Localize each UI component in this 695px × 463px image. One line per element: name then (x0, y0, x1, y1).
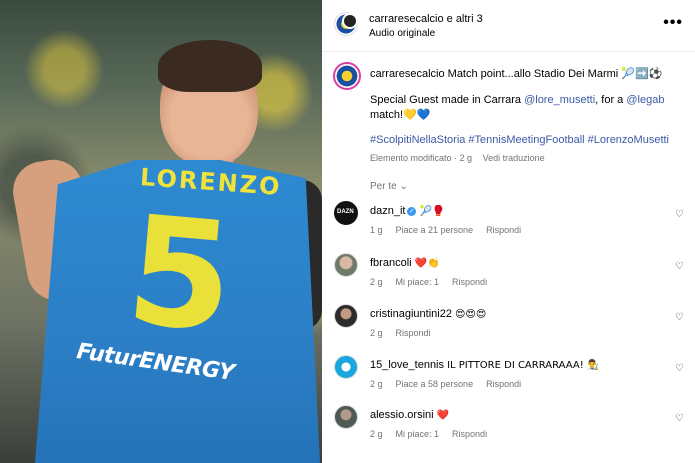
post-author-title[interactable]: carraresecalcio e altri 3 (369, 13, 483, 25)
comment-likes[interactable]: Piace a 58 persone (396, 379, 474, 389)
collaborator-avatar[interactable] (342, 13, 358, 29)
comment: 15_love_tennis IL PITTORE DI CARRARAAA! … (322, 355, 695, 401)
comment-username[interactable]: alessio.orsini (370, 409, 434, 421)
commenter-avatar[interactable] (334, 355, 358, 379)
comment-likes[interactable]: Mi piace: 1 (396, 277, 440, 287)
comment-time: 2 g (370, 277, 383, 287)
like-heart-icon[interactable]: ♡ (675, 363, 684, 374)
comment-body: IL PITTORE DI CARRARAAA! 👨‍🎨 (447, 360, 600, 371)
reply-button[interactable]: Rispondi (396, 328, 431, 338)
like-heart-icon[interactable]: ♡ (675, 312, 684, 323)
comment-text: 15_love_tennis IL PITTORE DI CARRARAAA! … (370, 359, 670, 371)
comment-meta: 2 g Mi piace: 1 Rispondi (370, 429, 500, 439)
commenter-avatar[interactable] (334, 405, 358, 429)
caption-line2-prefix: Special Guest made in Carrara (370, 94, 525, 106)
comment: fbrancoli ❤️👏 2 g Mi piace: 1 Rispondi ♡ (322, 253, 695, 299)
comment-username[interactable]: fbrancoli (370, 257, 412, 269)
caption-meta: Elemento modificato · 2 g Vedi traduzion… (370, 153, 553, 163)
commenter-avatar[interactable] (334, 304, 358, 328)
comment-meta: 1 g Piace a 21 persone Rispondi (370, 225, 534, 235)
more-options-icon[interactable]: ••• (663, 14, 683, 32)
post-media[interactable]: LORENZO 5 FuturENERGY (0, 0, 322, 463)
comment-time: 2 g (370, 328, 383, 338)
caption-text: carraresecalcio Match point...allo Stadi… (370, 67, 685, 82)
comment: dazn_it✓ 🎾🥊 1 g Piace a 21 persone Rispond… (322, 201, 695, 247)
comment-time: 2 g (370, 429, 383, 439)
audio-label[interactable]: Audio originale (369, 28, 435, 39)
comment-text: alessio.orsini ❤️ (370, 409, 670, 421)
reply-button[interactable]: Rispondi (486, 225, 521, 235)
comment-text: fbrancoli ❤️👏 (370, 257, 670, 269)
comment-body: ❤️ (436, 410, 450, 421)
mention-lore-musetti[interactable]: @lore_musetti (524, 94, 595, 106)
player-hair (158, 40, 262, 92)
commenter-avatar[interactable] (334, 201, 358, 225)
comment: cristinagiuntini22 😍😍😍 2 g Rispondi ♡ (322, 304, 695, 350)
comment-likes[interactable]: Mi piace: 1 (396, 429, 440, 439)
mention-legab[interactable]: @legab (626, 94, 664, 106)
comment-time: 1 g (370, 225, 383, 235)
edited-label: Elemento modificato · 2 g (370, 153, 473, 163)
caption-line2: Special Guest made in Carrara @lore_muse… (370, 93, 685, 123)
comment: alessio.orsini ❤️ 2 g Mi piace: 1 Rispondi… (322, 405, 695, 451)
comment-time: 2 g (370, 379, 383, 389)
comment-text: cristinagiuntini22 😍😍😍 (370, 308, 670, 320)
caption-line2-suffix: match!💛💙 (370, 109, 431, 121)
like-heart-icon[interactable]: ♡ (675, 413, 684, 424)
reply-button[interactable]: Rispondi (486, 379, 521, 389)
comment-likes[interactable]: Piace a 21 persone (396, 225, 474, 235)
comment-username[interactable]: dazn_it (370, 205, 405, 217)
caption-username[interactable]: carraresecalcio (370, 68, 445, 80)
like-heart-icon[interactable]: ♡ (675, 209, 684, 220)
post-panel: carraresecalcio e altri 3 Audio original… (322, 0, 695, 463)
comment-username[interactable]: cristinagiuntini22 (370, 308, 452, 320)
caption-hashtags[interactable]: #ScolpitiNellaStoria #TennisMeetingFootb… (370, 133, 685, 148)
see-translation-link[interactable]: Vedi traduzione (483, 153, 545, 163)
caption-avatar[interactable] (333, 62, 361, 90)
reply-button[interactable]: Rispondi (452, 277, 487, 287)
comment-body: 🎾🥊 (419, 206, 445, 217)
verified-icon: ✓ (407, 206, 417, 216)
comment-meta: 2 g Mi piace: 1 Rispondi (370, 277, 500, 287)
for-you-sort[interactable]: Per te ⌄ (370, 181, 408, 192)
jersey-number: 5 (120, 183, 240, 367)
comment-body: ❤️👏 (414, 258, 440, 269)
reply-button[interactable]: Rispondi (452, 429, 487, 439)
caption-line2-mid: , for a (595, 94, 627, 106)
commenter-avatar[interactable] (334, 253, 358, 277)
comment-meta: 2 g Piace a 58 persone Rispondi (370, 379, 534, 389)
comment-body: 😍😍😍 (455, 309, 487, 320)
post-header: carraresecalcio e altri 3 Audio original… (322, 0, 695, 52)
caption-body: Match point...allo Stadio Dei Marmi 🎾➡️⚽ (447, 68, 663, 80)
comment-text: dazn_it ✓ 🎾🥊 (370, 205, 670, 217)
comment-meta: 2 g Rispondi (370, 328, 444, 338)
like-heart-icon[interactable]: ♡ (675, 261, 684, 272)
comment-username[interactable]: 15_love_tennis (370, 359, 444, 371)
